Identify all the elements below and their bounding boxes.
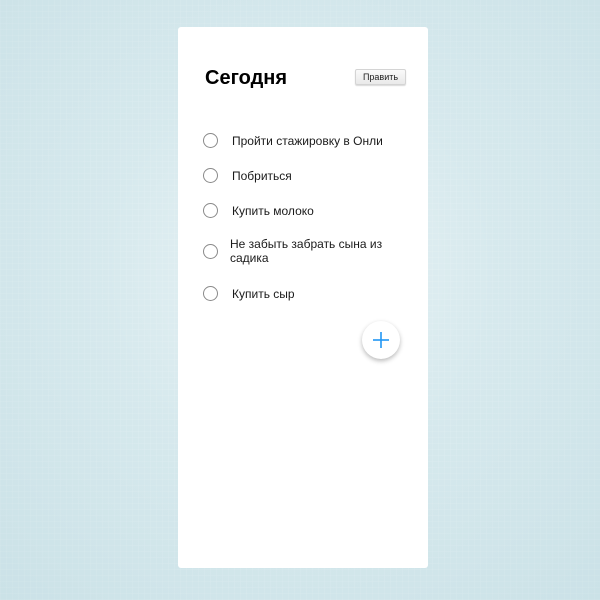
task-checkbox[interactable] [203,133,218,148]
task-text[interactable]: Пройти стажировку в Онли [232,134,383,148]
task-text[interactable]: Купить сыр [232,287,295,301]
edit-button[interactable]: Править [355,69,406,85]
task-text[interactable]: Не забыть забрать сына из садика [230,237,390,265]
add-task-button[interactable] [362,321,400,359]
task-checkbox[interactable] [203,203,218,218]
list-item: Купить молоко [203,203,408,218]
task-checkbox[interactable] [203,168,218,183]
task-checkbox[interactable] [203,286,218,301]
list-item: Не забыть забрать сына из садика [203,237,408,265]
plus-icon [373,332,389,348]
list-item: Побриться [203,168,408,183]
task-checkbox[interactable] [203,243,218,259]
page-title: Сегодня [205,67,288,89]
task-text[interactable]: Побриться [232,169,292,183]
task-text[interactable]: Купить молоко [232,204,314,218]
list-item: Купить сыр [203,286,408,301]
list-item: Пройти стажировку в Онли [203,133,408,148]
todo-card: Сегодня Править Пройти стажировку в Онли… [178,27,428,568]
